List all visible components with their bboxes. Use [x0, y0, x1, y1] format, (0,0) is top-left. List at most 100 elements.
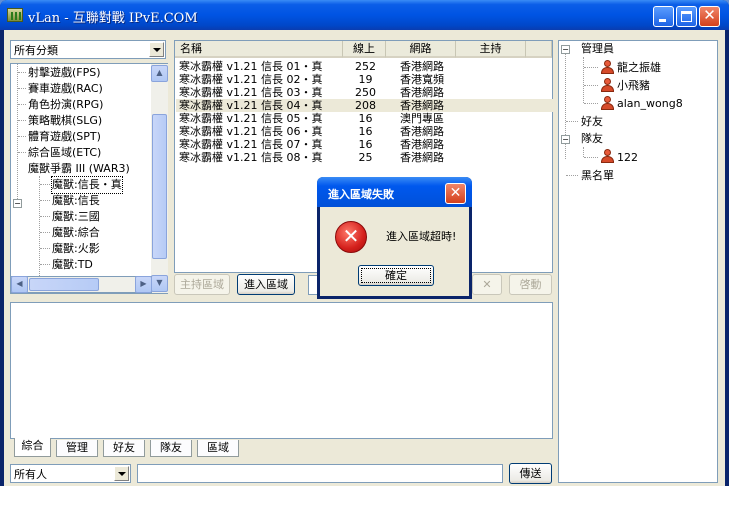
maximize-button[interactable] — [676, 6, 697, 27]
table-cell-online: 16 — [358, 138, 373, 151]
tree-item-selected[interactable]: 魔獸:信長・真 — [51, 176, 123, 194]
tree-item-spt[interactable]: 體育遊戲(SPT) — [28, 129, 101, 145]
title-bar[interactable]: vLan - 互聯對戰 IPvE.COM ✕ — [0, 0, 729, 30]
table-cell-name: 寒冰霸權 v1.21 信長 01・真 — [179, 60, 323, 73]
table-cell-online: 19 — [358, 73, 373, 86]
dialog-title-bar[interactable]: 進入區域失敗 ✕ — [317, 177, 472, 207]
table-cell-online: 250 — [355, 86, 376, 99]
window-title: vLan - 互聯對戰 IPvE.COM — [28, 11, 198, 26]
column-header-network[interactable]: 網路 — [386, 41, 456, 58]
table-cell-host — [457, 112, 527, 125]
tree-item-rpg[interactable]: 角色扮演(RPG) — [28, 97, 103, 113]
tree-item[interactable]: 魔獸:火影 — [52, 241, 100, 257]
tab-zone[interactable]: 區域 — [197, 440, 239, 457]
user-icon — [601, 149, 614, 163]
tab-admin[interactable]: 管理 — [56, 440, 98, 457]
user-tree: − 管理員 龍之振雄 小飛豬 alan_wong8 好友 − 隊友 122 黑名… — [558, 40, 718, 483]
enter-zone-button[interactable]: 進入區域 — [237, 274, 295, 295]
scroll-up-icon[interactable]: ▲ — [151, 65, 168, 82]
table-cell-name: 寒冰霸權 v1.21 信長 05・真 — [179, 112, 323, 125]
scroll-thumb[interactable] — [152, 114, 167, 259]
table-cell-host — [457, 151, 527, 164]
start-button[interactable]: 啓動 — [509, 274, 552, 295]
table-cell-name: 寒冰霸權 v1.21 信長 04・真 — [179, 99, 323, 112]
tree-vertical-scrollbar[interactable]: ▲ ▼ — [151, 64, 168, 293]
table-cell-network: 香港網路 — [400, 125, 444, 138]
dialog-close-icon[interactable]: ✕ — [445, 183, 466, 204]
category-tree: − 射擊遊戲(FPS) 賽車遊戲(RAC) 角色扮演(RPG) 策略戰棋(SLG… — [10, 63, 168, 294]
table-cell-name: 寒冰霸權 v1.21 信長 06・真 — [179, 125, 323, 138]
admin-user[interactable]: 小飛豬 — [617, 78, 650, 94]
table-cell-name: 寒冰霸權 v1.21 信長 02・真 — [179, 73, 323, 86]
dialog-body: ✕ 進入區域超時! 確定 — [320, 207, 469, 296]
tree-item[interactable]: 魔獸:TD — [52, 257, 93, 273]
desktop-strip — [0, 486, 729, 512]
tree-horizontal-scrollbar[interactable]: ◀ ▶ — [10, 276, 152, 293]
admin-user[interactable]: alan_wong8 — [617, 96, 683, 112]
host-zone-button[interactable]: 主持區域 — [174, 274, 230, 295]
table-cell-host — [457, 99, 527, 112]
scroll-left-icon[interactable]: ◀ — [11, 276, 28, 293]
table-cell-name: 寒冰霸權 v1.21 信長 08・真 — [179, 151, 323, 164]
table-cell-network: 香港網路 — [400, 151, 444, 164]
tree-item[interactable]: 魔獸:綜合 — [52, 225, 100, 241]
table-cell-network: 香港網路 — [400, 86, 444, 99]
table-cell-host — [457, 60, 527, 73]
collapse-icon[interactable]: − — [561, 135, 570, 144]
tree-item-rac[interactable]: 賽車遊戲(RAC) — [28, 81, 103, 97]
maximize-icon — [681, 11, 692, 22]
table-cell-online: 25 — [358, 151, 373, 164]
chevron-down-icon[interactable] — [114, 466, 129, 481]
table-cell-network: 香港網路 — [400, 138, 444, 151]
user-icon — [601, 78, 614, 92]
scroll-right-icon[interactable]: ▶ — [135, 276, 152, 293]
cancel-button[interactable]: ✕ — [472, 274, 502, 295]
table-cell-online: 16 — [358, 125, 373, 138]
column-header-host[interactable]: 主持 — [456, 41, 526, 58]
table-cell-name: 寒冰霸權 v1.21 信長 07・真 — [179, 138, 323, 151]
tab-friends[interactable]: 好友 — [103, 440, 145, 457]
error-icon: ✕ — [335, 221, 367, 253]
close-icon: ✕ — [703, 6, 716, 24]
minimize-button[interactable] — [653, 6, 674, 27]
category-select-value: 所有分類 — [14, 44, 58, 57]
send-button[interactable]: 傳送 — [509, 463, 552, 484]
tree-item-war3[interactable]: 魔獸爭霸 III (WAR3) — [28, 161, 130, 177]
group-admins[interactable]: 管理員 — [581, 41, 614, 57]
collapse-icon[interactable]: − — [13, 199, 22, 208]
chat-target-value: 所有人 — [14, 468, 47, 481]
group-friends[interactable]: 好友 — [581, 114, 603, 130]
tab-general[interactable]: 綜合 — [14, 438, 51, 457]
admin-user[interactable]: 龍之振雄 — [617, 60, 661, 76]
table-cell-host — [457, 138, 527, 151]
tree-item-etc[interactable]: 綜合區域(ETC) — [28, 145, 101, 161]
group-blacklist[interactable]: 黑名單 — [581, 168, 614, 184]
table-cell-network: 香港寬頻 — [400, 73, 444, 86]
group-teammates[interactable]: 隊友 — [581, 131, 603, 147]
tree-item-slg[interactable]: 策略戰棋(SLG) — [28, 113, 102, 129]
category-select[interactable]: 所有分類 — [10, 40, 166, 59]
collapse-icon[interactable]: − — [561, 45, 570, 54]
close-button[interactable]: ✕ — [699, 6, 720, 27]
column-header-empty — [526, 41, 552, 58]
table-cell-name: 寒冰霸權 v1.21 信長 03・真 — [179, 86, 323, 99]
chat-input[interactable] — [137, 464, 503, 483]
user-icon — [601, 60, 614, 74]
scroll-down-icon[interactable]: ▼ — [151, 275, 168, 292]
table-cell-network: 澳門專區 — [400, 112, 444, 125]
tab-teammates[interactable]: 隊友 — [150, 440, 192, 457]
scroll-thumb[interactable] — [29, 278, 99, 291]
chat-log[interactable] — [10, 302, 553, 439]
tree-item[interactable]: 魔獸:信長 — [52, 193, 100, 209]
chat-target-select[interactable]: 所有人 — [10, 464, 131, 483]
column-header-name[interactable]: 名稱 — [175, 41, 343, 58]
tree-item[interactable]: 魔獸:三國 — [52, 209, 100, 225]
minimize-icon — [659, 19, 666, 22]
dialog-title: 進入區域失敗 — [328, 188, 394, 201]
column-header-online[interactable]: 線上 — [343, 41, 386, 58]
tree-item-fps[interactable]: 射擊遊戲(FPS) — [28, 65, 101, 81]
teammate-user[interactable]: 122 — [617, 150, 638, 166]
ok-button[interactable]: 確定 — [358, 265, 434, 286]
chevron-down-icon[interactable] — [149, 42, 164, 57]
table-cell-host — [457, 73, 527, 86]
